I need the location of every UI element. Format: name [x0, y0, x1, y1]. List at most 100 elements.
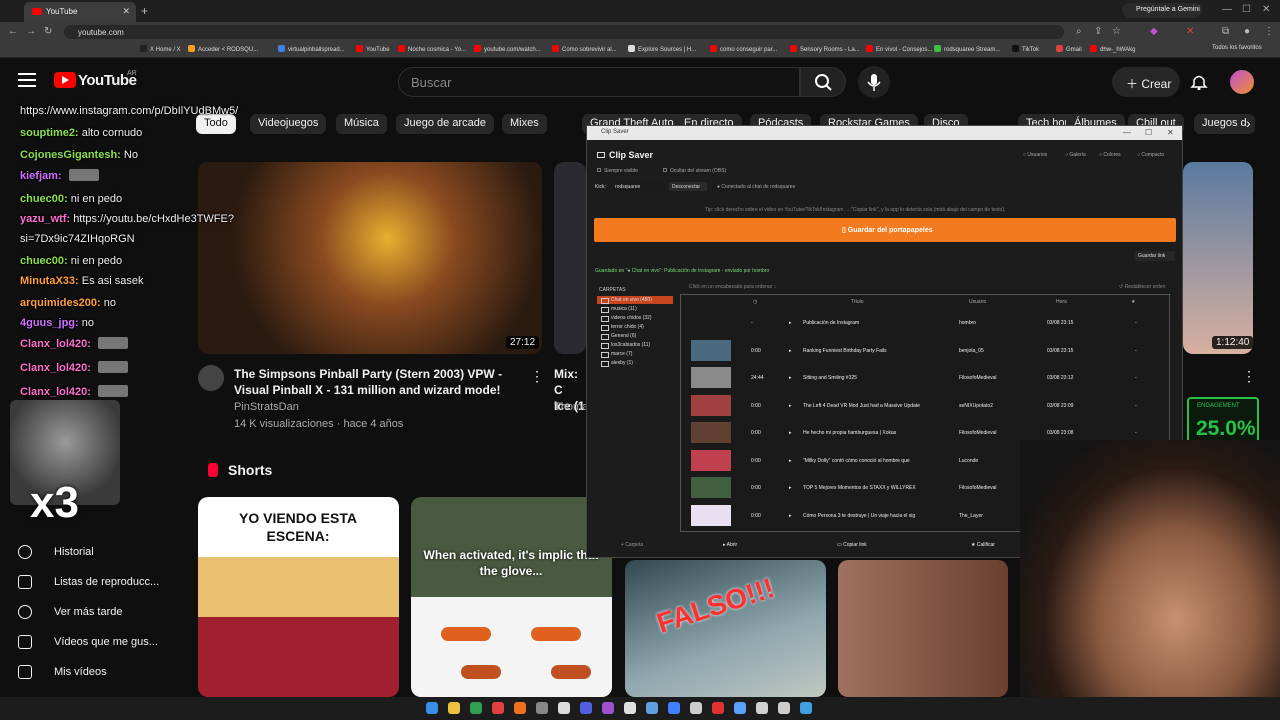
taskbar-app-icon[interactable]	[492, 702, 504, 714]
new-tab-icon[interactable]: +	[141, 4, 148, 18]
bookmark-item[interactable]: rodsquaree Stream...	[934, 45, 1000, 53]
maximize-icon[interactable]: ☐	[1242, 4, 1251, 15]
taskbar-app-icon[interactable]	[712, 702, 724, 714]
folder-item[interactable]: musica (11)	[597, 305, 673, 313]
column-header-user[interactable]: Usuario	[969, 299, 986, 305]
bookmark-item[interactable]: dhw-_hWAkg	[1090, 45, 1135, 53]
bookmark-item[interactable]: youtube.com/watch...	[474, 45, 541, 53]
extension-icon[interactable]: ◆	[1150, 26, 1158, 37]
bookmark-item[interactable]: virtualpinballspread...	[278, 45, 345, 53]
folder-item[interactable]: terror chido (4)	[597, 323, 673, 331]
add-folder-button[interactable]: + Carpeta	[621, 542, 643, 548]
forward-icon[interactable]: →	[26, 26, 36, 37]
share-icon[interactable]: ⇪	[1094, 26, 1102, 37]
menu-dots-icon[interactable]: ⋮	[1264, 26, 1274, 37]
time-column-icon[interactable]: ◷	[753, 299, 757, 305]
close-icon[interactable]: ✕	[1167, 128, 1174, 137]
save-from-clipboard-button[interactable]: ▯ Guardar del portapapeles	[594, 218, 1176, 242]
folder-item[interactable]: videos chidos (32)	[597, 314, 673, 322]
extension-icon[interactable]: ✕	[1186, 26, 1194, 37]
table-row[interactable]: 24:44 ▸ Sitting and Smiling #325 FilosofoMe…	[681, 364, 1169, 391]
rate-button[interactable]: ★ Calificar	[971, 542, 995, 548]
bookmark-item[interactable]: Sensory Rooms - La...	[790, 45, 860, 53]
taskbar-app-icon[interactable]	[690, 702, 702, 714]
table-row[interactable]: 0:00 ▸ The Left 4 Dead VR Mod Just had a M…	[681, 392, 1169, 419]
copy-link-button[interactable]: ▭ Copiar link	[837, 542, 867, 548]
open-button[interactable]: ▸ Abrir	[723, 542, 737, 548]
tab-youtube[interactable]: YouTube ✕	[24, 2, 136, 22]
bookmark-item[interactable]: X Home / X	[140, 45, 181, 53]
all-bookmarks-button[interactable]: Todos los favoritos	[1212, 45, 1262, 51]
folder-item[interactable]: marce (7)	[597, 350, 673, 358]
column-header-time[interactable]: Hora	[1056, 299, 1067, 305]
table-row[interactable]: 0:00 ▸ Ranking Funniest Birthday Party Fai…	[681, 337, 1169, 364]
taskbar-app-icon[interactable]	[668, 702, 680, 714]
more-options-icon[interactable]: ⋮	[1242, 368, 1256, 385]
taskbar-app-icon[interactable]	[602, 702, 614, 714]
play-icon[interactable]: ▸	[789, 458, 792, 464]
notifications-bell-icon[interactable]	[1190, 72, 1208, 90]
chip-2[interactable]: Música	[336, 114, 387, 134]
taskbar-app-icon[interactable]	[624, 702, 636, 714]
taskbar-app-icon[interactable]	[646, 702, 658, 714]
taskbar-app-icon[interactable]	[536, 702, 548, 714]
save-link-button[interactable]: Guardar link	[1135, 251, 1175, 261]
taskbar-app-icon[interactable]	[558, 702, 570, 714]
taskbar-app-icon[interactable]	[470, 702, 482, 714]
bookmark-star-icon[interactable]: ☆	[1112, 26, 1121, 37]
play-icon[interactable]: ▸	[789, 513, 792, 519]
nav-users[interactable]: ○ Usuarios	[1023, 152, 1047, 158]
bookmark-item[interactable]: como conseguir par...	[710, 45, 777, 53]
chip-3[interactable]: Juego de arcade	[396, 114, 494, 134]
play-icon[interactable]: ▸	[789, 485, 792, 491]
always-visible-checkbox[interactable]: Siempre visible	[597, 168, 638, 174]
back-icon[interactable]: ←	[8, 26, 18, 37]
play-icon[interactable]: ▸	[789, 320, 792, 326]
close-window-icon[interactable]: ✕	[1262, 4, 1270, 15]
bookmark-item[interactable]: Explore Sources | H...	[628, 45, 696, 53]
column-header-rating-star-icon[interactable]: ★	[1131, 299, 1135, 305]
bookmark-item[interactable]: Como sobrevivir al...	[552, 45, 617, 53]
search-input[interactable]: Buscar	[398, 67, 800, 97]
kick-username-input[interactable]: rodsquaree	[613, 182, 665, 191]
folder-item[interactable]: General (6)	[597, 332, 673, 340]
extensions-puzzle-icon[interactable]: ⧉	[1222, 26, 1229, 37]
chip-4[interactable]: Mixes	[502, 114, 547, 134]
taskbar-app-icon[interactable]	[734, 702, 746, 714]
close-tab-icon[interactable]: ✕	[122, 6, 130, 17]
taskbar-app-icon[interactable]	[426, 702, 438, 714]
folder-item[interactable]: Chat en vivo (480)	[597, 296, 673, 304]
video-thumbnail[interactable]	[1183, 162, 1253, 354]
taskbar-app-icon[interactable]	[448, 702, 460, 714]
restore-order-button[interactable]: ↺ Restablecer orden	[1119, 284, 1165, 290]
youtube-logo-icon[interactable]	[54, 72, 76, 88]
reload-icon[interactable]: ↻	[44, 26, 52, 37]
bookmark-item[interactable]: En vivol - Consejos...	[866, 45, 932, 53]
play-icon[interactable]: ▸	[789, 375, 792, 381]
zoom-icon[interactable]: ⌕	[1076, 26, 1082, 37]
nav-gallery[interactable]: ○ Galería	[1065, 152, 1086, 158]
taskbar-app-icon[interactable]	[778, 702, 790, 714]
gemini-button[interactable]: Pregúntale a Gemini	[1122, 3, 1202, 18]
bookmark-item[interactable]: Acceder < RODSQU...	[188, 45, 258, 53]
play-icon[interactable]: ▸	[789, 403, 792, 409]
taskbar-app-icon[interactable]	[800, 702, 812, 714]
bookmark-item[interactable]: Gmail	[1056, 45, 1082, 53]
more-options-icon[interactable]: ⋮	[530, 368, 544, 385]
chips-next-arrow-icon[interactable]: ›	[1246, 115, 1251, 131]
minimize-icon[interactable]: —	[1222, 4, 1232, 15]
taskbar-app-icon[interactable]	[580, 702, 592, 714]
profile-icon[interactable]: ●	[1244, 26, 1250, 37]
search-button[interactable]	[800, 67, 846, 97]
taskbar-app-icon[interactable]	[756, 702, 768, 714]
nav-colors[interactable]: ○ Colores	[1099, 152, 1121, 158]
column-header-title[interactable]: Título	[851, 299, 864, 305]
bookmark-item[interactable]: Noche cosmica - Yo...	[398, 45, 466, 53]
url-field[interactable]: youtube.com	[64, 25, 1064, 39]
table-row[interactable]: - ▸ Publicación de Instagram hombro 03/08 23…	[681, 309, 1169, 336]
avatar[interactable]	[1230, 70, 1254, 94]
maximize-icon[interactable]: ☐	[1145, 128, 1152, 137]
video-thumbnail-mix[interactable]	[554, 162, 586, 354]
play-icon[interactable]: ▸	[789, 348, 792, 354]
create-button[interactable]: ＋ Crear	[1112, 67, 1180, 97]
